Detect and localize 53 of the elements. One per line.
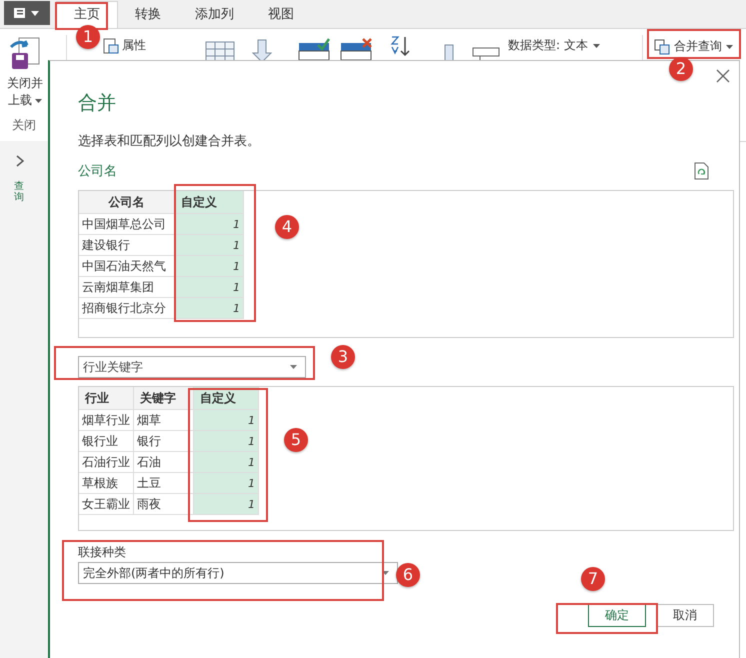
data-type-dropdown[interactable]: 数据类型: 文本: [508, 37, 600, 54]
refresh-icon[interactable]: [694, 162, 710, 180]
column-header[interactable]: 行业: [79, 387, 134, 410]
sort-icon: [390, 35, 412, 57]
caret-icon: [382, 571, 389, 575]
table-cell: 银行业: [79, 430, 134, 452]
table-label: 公司名: [78, 163, 117, 180]
merge-queries-button[interactable]: 合并查询: [654, 38, 733, 55]
close-and-load-button[interactable]: 关闭并 上载: [4, 37, 46, 109]
ok-button[interactable]: 确定: [588, 604, 646, 627]
properties-button[interactable]: 属性: [103, 37, 146, 54]
table-cell: 1: [194, 410, 258, 430]
table-cell: 1: [194, 494, 258, 514]
caret-icon: [726, 44, 733, 48]
table-cell: 烟草行业: [79, 410, 134, 430]
expand-icon[interactable]: [16, 155, 24, 167]
disk-icon: [9, 37, 41, 71]
dialog-title: 合并: [78, 91, 117, 115]
table-cell: 中国烟草总公司: [79, 214, 174, 234]
table-select[interactable]: 行业关键字: [78, 356, 306, 378]
table-cell: 石油行业: [79, 452, 134, 472]
table-cell: 1: [194, 430, 258, 452]
table-cell: 女王霸业: [79, 494, 134, 514]
table-cell: 1: [174, 276, 244, 298]
column-header[interactable]: 关键字: [134, 387, 194, 410]
ribbon-tab[interactable]: 视图: [251, 2, 311, 28]
table-cell: 1: [174, 214, 244, 234]
ribbon-tab[interactable]: 添加列: [178, 2, 251, 28]
table-cell: 1: [174, 234, 244, 256]
column-header[interactable]: 自定义: [174, 191, 244, 214]
table-cell: 1: [194, 472, 258, 494]
column-header[interactable]: 公司名: [79, 191, 174, 214]
column-down-icon: [250, 39, 274, 63]
table-cell: 1: [174, 256, 244, 276]
group-label: 关闭: [12, 117, 36, 134]
cancel-button[interactable]: 取消: [656, 604, 714, 627]
menu-icon: [12, 6, 42, 20]
table-cell: 1: [194, 452, 258, 472]
ribbon-tab[interactable]: 转换: [118, 2, 178, 28]
join-kind-label: 联接种类: [78, 544, 127, 560]
caret-icon: [35, 98, 42, 102]
table-cell: 烟草: [134, 410, 194, 430]
pane-label: 查询: [14, 181, 24, 203]
close-icon[interactable]: [716, 69, 730, 83]
properties-icon: [103, 38, 119, 54]
join-kind-select[interactable]: 完全外部(两者中的所有行): [78, 562, 398, 584]
merge-icon: [654, 38, 670, 54]
caret-icon: [290, 365, 297, 369]
table-cell: 1: [174, 298, 244, 318]
app-menu-button[interactable]: [4, 1, 50, 25]
table-cell: 草根族: [79, 472, 134, 494]
caret-icon: [592, 44, 600, 48]
dialog-description: 选择表和匹配列以创建合并表。: [78, 133, 261, 151]
